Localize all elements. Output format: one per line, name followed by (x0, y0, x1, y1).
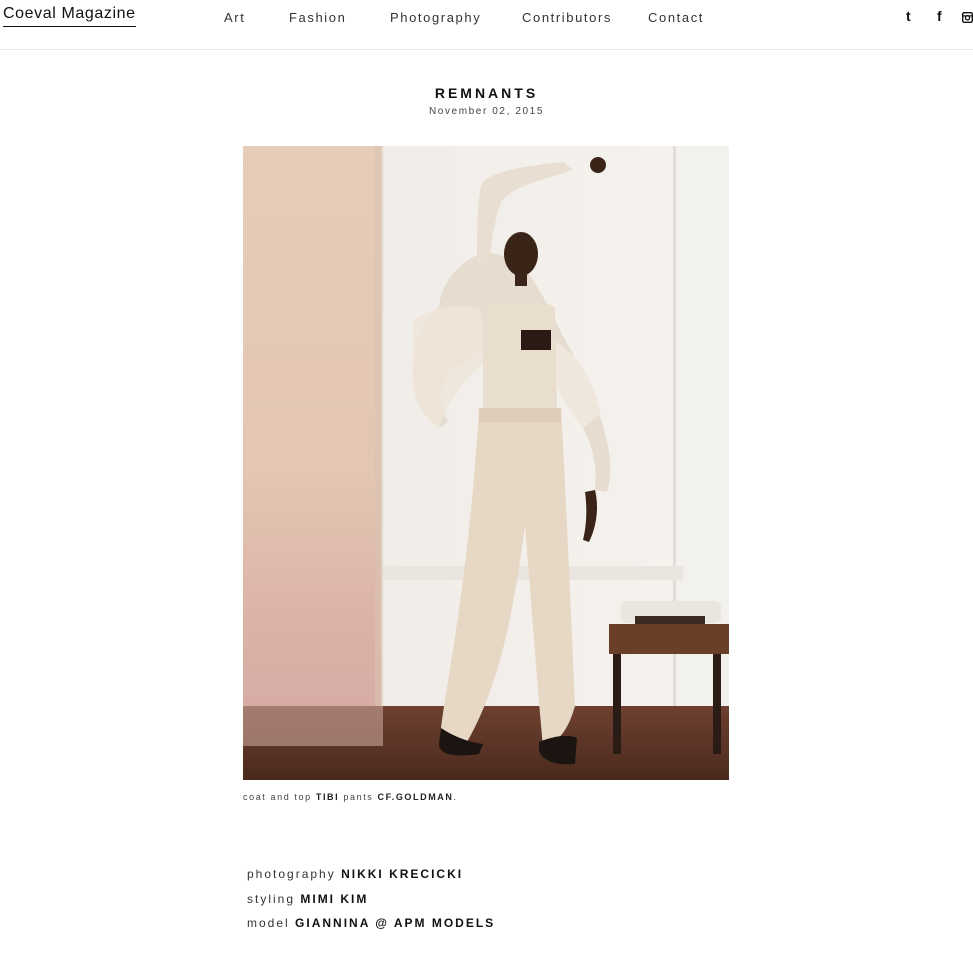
facebook-icon[interactable]: f (937, 8, 942, 24)
caption-mid: pants (343, 792, 374, 802)
site-logo[interactable]: Coeval Magazine (3, 5, 136, 27)
credit-photography: photography NIKKI KRECICKI (247, 867, 463, 881)
article-title: REMNANTS (434, 85, 539, 101)
instagram-icon[interactable] (962, 10, 973, 26)
caption-brand-cfgoldman: CF.GOLDMAN (377, 792, 454, 802)
credit-model: model GIANNINA @ APM MODELS (247, 916, 495, 930)
nav-photography[interactable]: Photography (390, 10, 481, 25)
photo-caption: coat and top TIBI pants CF.GOLDMAN. (243, 792, 458, 802)
caption-prefix: coat and top (243, 792, 312, 802)
credit-name: MIMI KIM (300, 892, 369, 906)
credit-role: photography (247, 867, 336, 881)
nav-art[interactable]: Art (224, 10, 245, 25)
article-date: November 02, 2015 (428, 106, 545, 117)
credit-name: NIKKI KRECICKI (341, 867, 464, 881)
caption-brand-tibi: TIBI (315, 792, 340, 802)
editorial-photo (243, 146, 729, 780)
nav-contact[interactable]: Contact (648, 10, 704, 25)
credit-name: GIANNINA @ APM MODELS (295, 916, 496, 930)
site-header: Coeval Magazine Art Fashion Photography … (0, 0, 973, 50)
credit-role: styling (247, 892, 296, 906)
nav-fashion[interactable]: Fashion (289, 10, 346, 25)
credit-styling: styling MIMI KIM (247, 892, 368, 906)
nav-contributors[interactable]: Contributors (522, 10, 612, 25)
caption-suffix: . (453, 792, 458, 802)
tumblr-icon[interactable]: t (906, 8, 911, 24)
credit-role: model (247, 916, 290, 930)
